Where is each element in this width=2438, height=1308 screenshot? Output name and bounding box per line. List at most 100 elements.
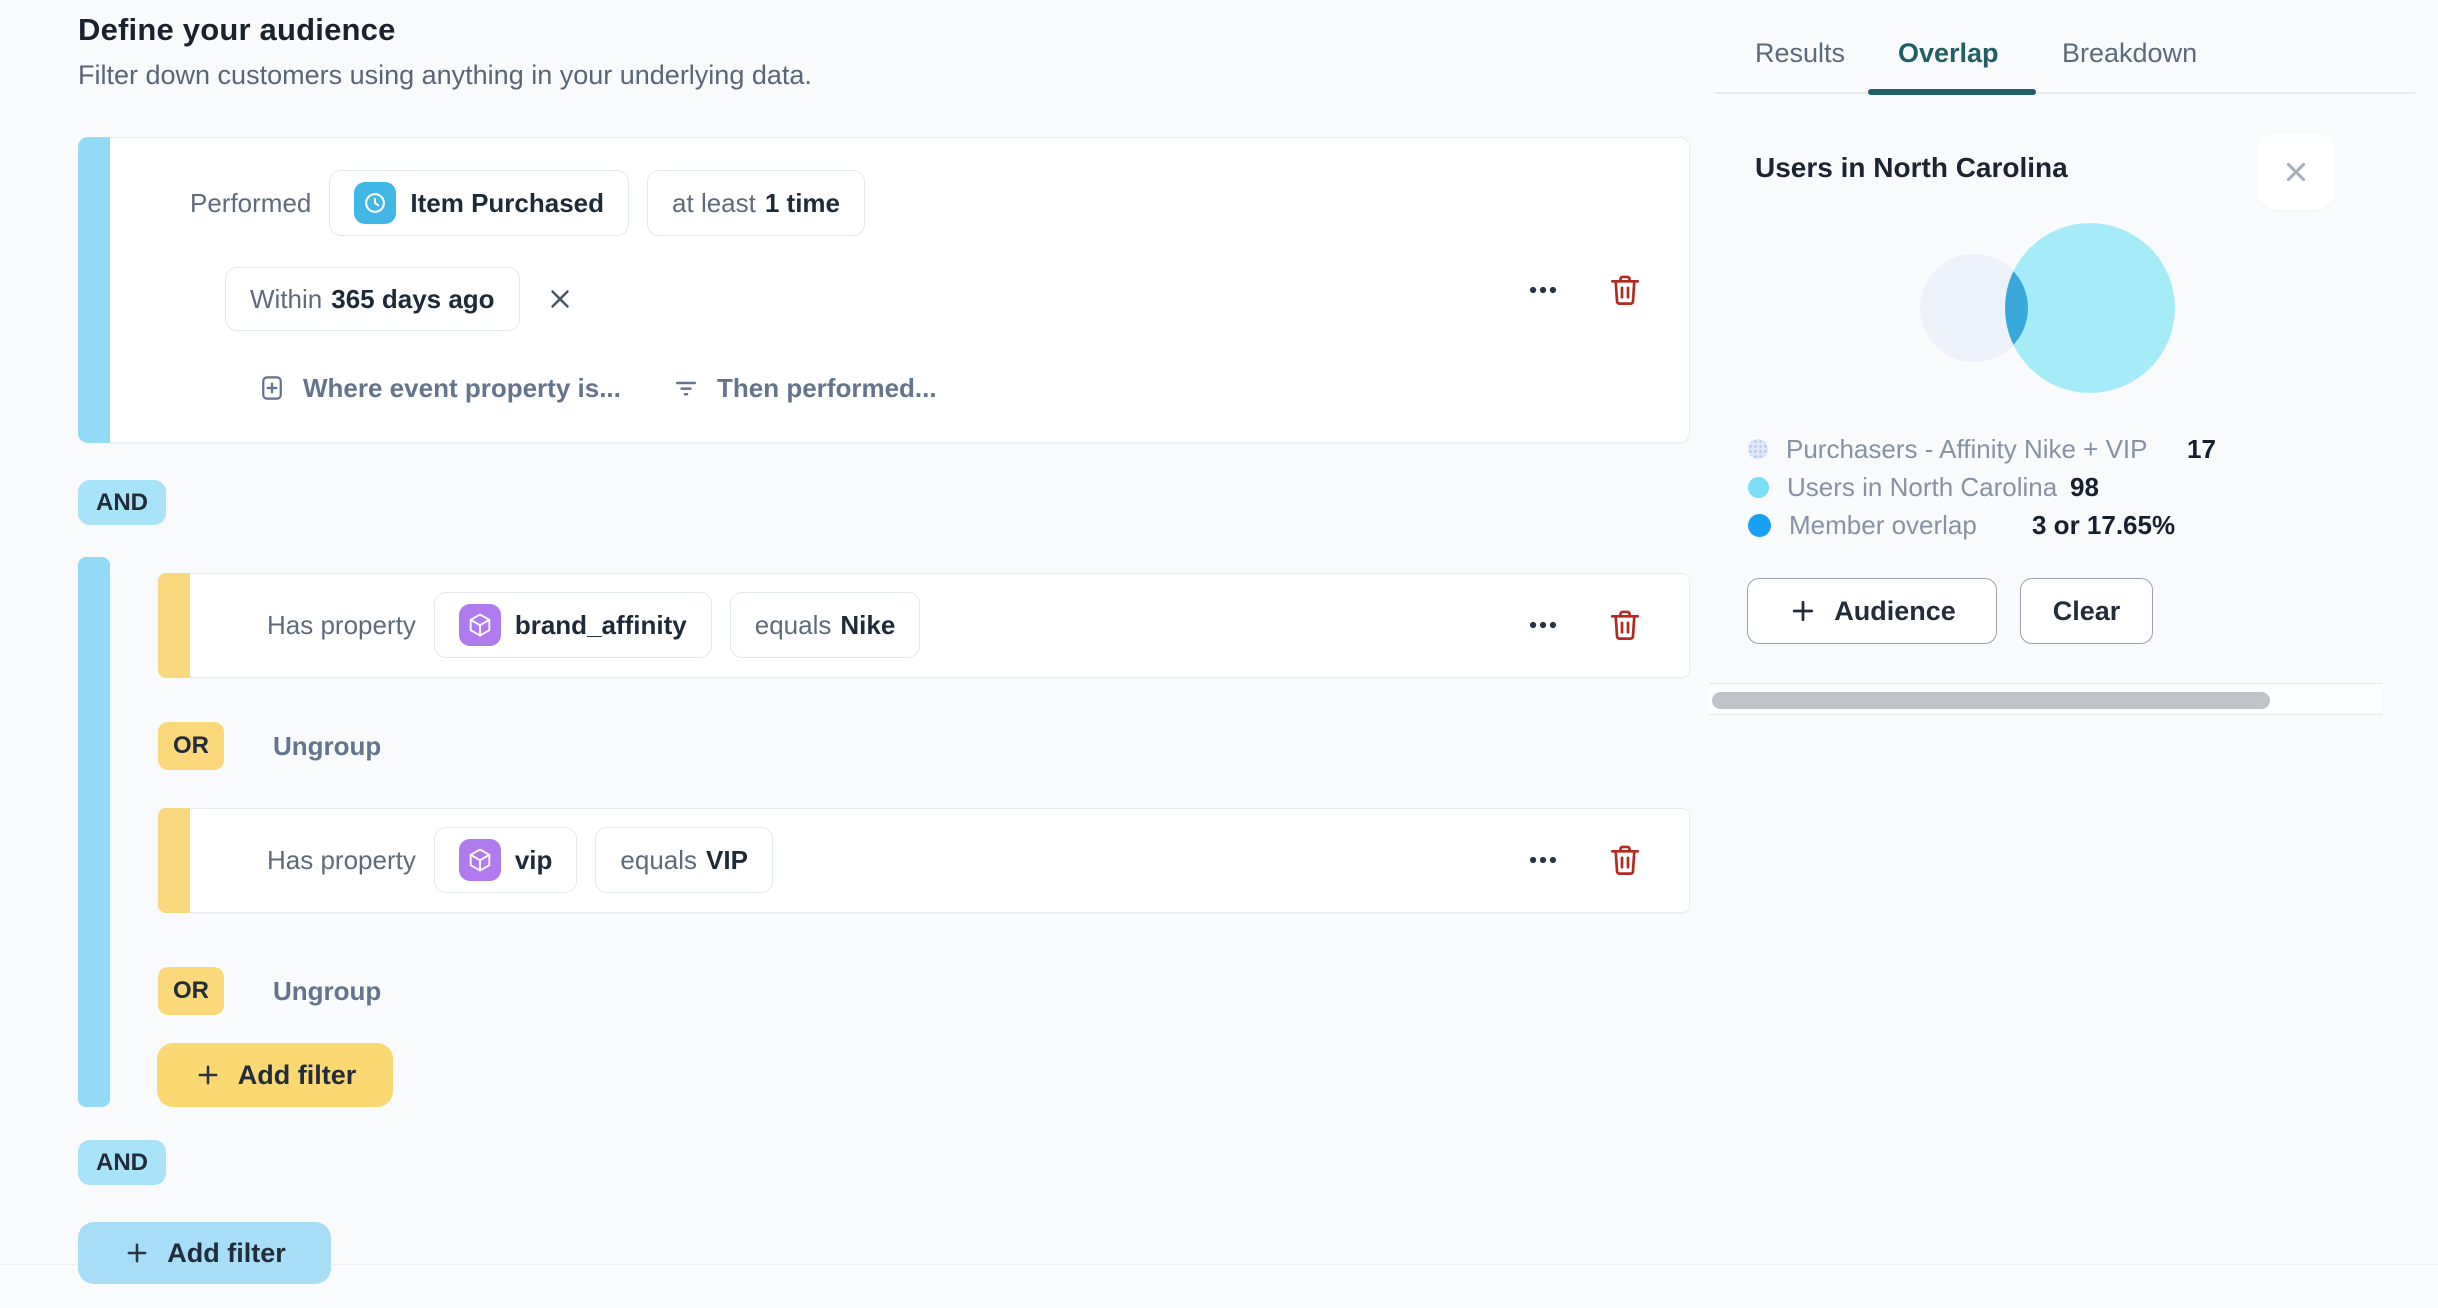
legend-row-overlap: Member overlap 3 or 17.65%: [1748, 509, 2388, 541]
more-button[interactable]: [1511, 262, 1575, 318]
property-cube-icon: [458, 604, 501, 646]
ellipsis-icon: [1529, 621, 1557, 629]
tab-results[interactable]: Results: [1755, 38, 1845, 69]
trash-icon: [1610, 845, 1640, 876]
operator-value: Nike: [840, 609, 896, 640]
where-event-property-button[interactable]: Where event property is...: [257, 365, 621, 411]
operator-value: VIP: [706, 844, 748, 875]
property-name: vip: [514, 844, 553, 875]
ellipsis-icon: [1529, 286, 1557, 294]
or-badge[interactable]: OR: [158, 967, 224, 1015]
operator-label: equals: [620, 844, 698, 875]
property-filter-row: Has property brand_affinity equals Nike: [267, 592, 921, 658]
legend-value: 3 or 17.65%: [2032, 509, 2176, 540]
horizontal-scrollbar-thumb[interactable]: [1712, 692, 2270, 709]
delete-filter-button[interactable]: [1597, 597, 1653, 653]
plus-icon: [198, 1065, 218, 1085]
or-badge[interactable]: OR: [158, 722, 224, 770]
venn-right-circle: [2005, 223, 2175, 393]
operator-label: equals: [754, 609, 832, 640]
has-property-label: Has property: [267, 844, 416, 875]
remove-timeframe-button[interactable]: [538, 277, 582, 321]
active-tab-indicator: [1868, 89, 2036, 95]
has-property-label: Has property: [267, 609, 416, 640]
property-card-accent-bar: [158, 808, 190, 913]
operator-value-pill[interactable]: equals VIP: [595, 827, 773, 893]
horizontal-scrollbar-track[interactable]: [1710, 683, 2382, 715]
add-filter-button-group[interactable]: Add filter: [157, 1043, 393, 1107]
operator-value-pill[interactable]: equals Nike: [729, 592, 921, 658]
event-filter-card: Performed Item Purchased at least 1 time: [78, 137, 1690, 443]
plus-icon: [127, 1243, 147, 1263]
tab-overlap[interactable]: Overlap: [1898, 38, 1999, 69]
frequency-pill[interactable]: at least 1 time: [647, 170, 866, 236]
more-button[interactable]: [1511, 597, 1575, 653]
tab-divider: [1715, 92, 2415, 94]
property-name: brand_affinity: [514, 609, 687, 640]
timeframe-value: 365 days ago: [331, 283, 495, 314]
legend-label: Purchasers - Affinity Nike + VIP: [1786, 433, 2148, 464]
and-badge[interactable]: AND: [78, 480, 166, 525]
trash-icon: [1610, 275, 1640, 306]
add-filter-button-root[interactable]: Add filter: [78, 1222, 331, 1284]
ungroup-button[interactable]: Ungroup: [273, 970, 381, 1012]
ungroup-label: Ungroup: [273, 730, 382, 761]
page-title: Define your audience: [78, 12, 396, 47]
event-filter-row: Performed Item Purchased at least 1 time: [190, 170, 866, 236]
event-pill[interactable]: Item Purchased: [329, 170, 630, 236]
property-filter-card-2: Has property vip equals VIP: [158, 808, 1690, 913]
audience-button-label: Audience: [1834, 595, 1956, 626]
overlap-venn-diagram: [1920, 223, 2175, 393]
filter-lines-icon: [676, 381, 696, 396]
close-panel-button[interactable]: [2258, 134, 2334, 210]
legend-dot: [1748, 513, 1771, 537]
timeframe-pill[interactable]: Within 365 days ago: [225, 267, 520, 331]
legend-label: Users in North Carolina: [1787, 471, 2058, 502]
property-cube-icon: [458, 839, 501, 881]
legend-label: Member overlap: [1789, 509, 1977, 540]
frequency-value: 1 time: [764, 187, 841, 218]
delete-filter-button[interactable]: [1597, 832, 1653, 888]
create-audience-button[interactable]: Audience: [1747, 578, 1997, 644]
more-button[interactable]: [1511, 832, 1575, 888]
clear-button-label: Clear: [2052, 595, 2121, 626]
property-pill[interactable]: brand_affinity: [433, 592, 712, 658]
close-icon: [2287, 163, 2305, 181]
or-group-accent-bar: [78, 557, 110, 1107]
tab-breakdown[interactable]: Breakdown: [2062, 38, 2197, 69]
legend-value: 98: [2070, 471, 2099, 502]
property-filter-card-1: Has property brand_affinity equals Nike: [158, 573, 1690, 678]
event-name: Item Purchased: [410, 187, 605, 218]
page-subtitle: Filter down customers using anything in …: [78, 60, 812, 90]
legend-value: 17: [2187, 433, 2216, 464]
legend-dot: [1748, 439, 1768, 459]
delete-filter-button[interactable]: [1597, 262, 1653, 318]
plus-icon: [1793, 600, 1814, 622]
dismiss-icon: [550, 290, 569, 308]
add-filter-label: Add filter: [167, 1237, 286, 1268]
event-card-accent-bar: [78, 137, 110, 443]
ellipsis-icon: [1529, 856, 1557, 864]
performed-label: Performed: [190, 187, 312, 218]
timeframe-prefix: Within: [250, 283, 323, 314]
legend-row-purchasers: Purchasers - Affinity Nike + VIP 17: [1748, 433, 2388, 465]
property-filter-row: Has property vip equals VIP: [267, 827, 773, 893]
clear-button[interactable]: Clear: [2020, 578, 2153, 644]
and-badge[interactable]: AND: [78, 1140, 166, 1185]
frequency-prefix: at least: [672, 187, 756, 218]
event-clock-icon: [354, 182, 397, 224]
add-filter-label: Add filter: [237, 1059, 357, 1090]
plus-square-icon: [262, 376, 282, 400]
timeframe-row: Within 365 days ago: [225, 267, 582, 331]
then-performed-button[interactable]: Then performed...: [671, 365, 937, 411]
audience-builder-page: Define your audience Filter down custome…: [0, 0, 2438, 1308]
scroll-edge-strip: [0, 1264, 2438, 1308]
property-card-accent-bar: [158, 573, 190, 678]
where-event-property-label: Where event property is...: [303, 372, 621, 403]
trash-icon: [1610, 610, 1640, 641]
legend-dot: [1748, 476, 1769, 498]
then-performed-label: Then performed...: [717, 372, 937, 403]
overlap-panel-title: Users in North Carolina: [1755, 152, 2068, 183]
property-pill[interactable]: vip: [433, 827, 578, 893]
ungroup-button[interactable]: Ungroup: [273, 725, 381, 767]
